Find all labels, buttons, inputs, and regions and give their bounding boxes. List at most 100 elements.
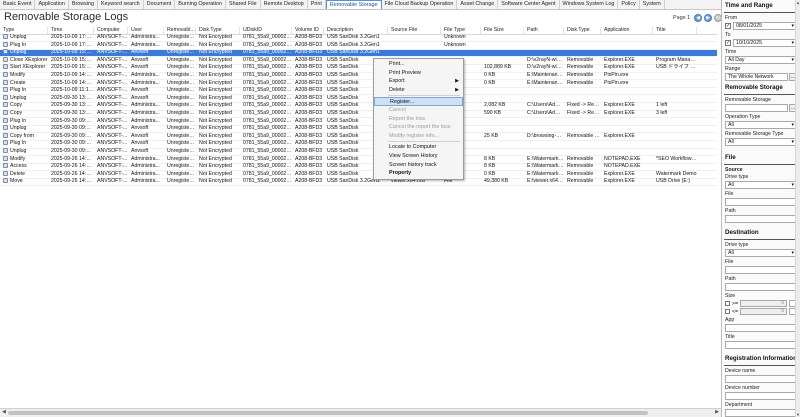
source-file-input[interactable] xyxy=(725,198,797,206)
tab-application[interactable]: Application xyxy=(35,0,69,9)
menu-item-print-preview[interactable]: Print Preview xyxy=(374,69,463,78)
column-header[interactable]: File Size xyxy=(481,27,524,35)
scroll-up-icon[interactable]: ▲ xyxy=(796,0,800,5)
event-type-cell: Copy xyxy=(0,102,48,110)
size-ge-operator: >= xyxy=(732,300,739,307)
table-cell: Unregistered xyxy=(167,148,196,154)
column-header[interactable]: Time xyxy=(48,27,94,35)
tab-windows-system-log[interactable]: Windows System Log xyxy=(560,0,619,9)
tab-removable-storage[interactable]: Removable Storage xyxy=(325,0,382,9)
size-le-checkbox[interactable] xyxy=(725,309,730,314)
menu-item-print[interactable]: Print... xyxy=(374,60,463,69)
department-input[interactable] xyxy=(725,409,797,417)
table-cell: 0 KB xyxy=(484,79,496,86)
operation-type-select[interactable]: All xyxy=(725,121,797,129)
table-cell: Explorer.EXE xyxy=(604,64,635,71)
menu-item-label: Cancel xyxy=(389,106,406,113)
from-checkbox[interactable]: ✓ xyxy=(725,23,731,29)
column-header[interactable]: Volume ID xyxy=(292,27,324,35)
event-type-icon xyxy=(3,163,8,169)
to-checkbox[interactable]: ✓ xyxy=(725,40,731,46)
menu-item-delete[interactable]: Delete ▶ xyxy=(374,86,463,95)
previous-page-icon[interactable]: ◀ xyxy=(694,14,703,22)
menu-item-locate-to-computer[interactable]: Locate to Computer xyxy=(374,143,463,152)
panel-scrollbar[interactable]: ▲ ▼ xyxy=(795,0,800,417)
tab-file-cloud-backup-operation[interactable]: File Cloud Backup Operation xyxy=(382,0,458,9)
table-row[interactable]: Move 2025-09-26 14:34:58ANVSOFT-...Admini… xyxy=(0,178,717,187)
tab-document[interactable]: Document xyxy=(144,0,176,9)
tab-basic-event[interactable]: Basic Event xyxy=(0,0,36,9)
tab-system[interactable]: System xyxy=(640,0,665,9)
horizontal-scrollbar[interactable]: ◀ ▶ xyxy=(0,408,721,417)
table-cell: Not Encrypted xyxy=(199,41,232,48)
menu-item-export[interactable]: Export ▶ xyxy=(374,77,463,86)
menu-item-property[interactable]: Property xyxy=(374,169,463,178)
column-header[interactable]: Path xyxy=(524,27,564,35)
table-cell: Unregistered xyxy=(167,178,196,185)
title-input[interactable] xyxy=(725,341,797,349)
app-input[interactable] xyxy=(725,324,797,332)
event-type-cell: Unplug xyxy=(0,148,48,156)
storage-type-select[interactable]: All xyxy=(725,138,797,146)
size-le-input[interactable]: 0 xyxy=(740,308,787,315)
log-table: Type Time Computer User Removabl... Disk Type… xyxy=(0,27,717,407)
tab-keyword-search[interactable]: Keyword search xyxy=(98,0,144,9)
event-type-cell: Access xyxy=(0,163,48,171)
removable-storage-input[interactable] xyxy=(725,104,788,112)
scroll-left-icon[interactable]: ◀ xyxy=(2,409,6,415)
tab-software-center-agent[interactable]: Software Center Agent xyxy=(498,0,560,9)
scroll-thumb[interactable] xyxy=(8,411,648,415)
menu-item-register[interactable]: Register... xyxy=(374,97,463,106)
column-header[interactable]: Source File xyxy=(388,27,441,35)
column-header[interactable]: User xyxy=(128,27,164,35)
category-tab-bar: Basic Event Application Browsing Keyword se… xyxy=(0,0,721,10)
tab-burning-operation[interactable]: Burning Operation xyxy=(175,0,227,9)
column-header[interactable]: UDiskID xyxy=(240,27,292,35)
tab-shared-file[interactable]: Shared File xyxy=(226,0,261,9)
device-name-input[interactable] xyxy=(725,375,797,383)
from-date-picker[interactable]: 08/01/2025 xyxy=(733,22,797,30)
column-header[interactable]: Removabl... xyxy=(164,27,196,35)
column-header[interactable]: Title xyxy=(653,27,697,35)
column-header[interactable]: Disk Type xyxy=(196,27,240,35)
dest-path-input[interactable] xyxy=(725,283,797,291)
tab-browsing[interactable]: Browsing xyxy=(69,0,99,9)
event-type-label: Plug In xyxy=(10,87,27,94)
column-header[interactable]: Description xyxy=(324,27,388,35)
column-header[interactable]: Type xyxy=(0,27,48,35)
range-input[interactable]: The Whole Network xyxy=(725,73,788,81)
column-header[interactable]: Disk Type xyxy=(564,27,601,35)
column-header[interactable]: File Type xyxy=(441,27,481,35)
table-cell: Unregistered xyxy=(167,170,196,177)
size-ge-input[interactable]: 0 xyxy=(740,300,787,307)
to-date-picker[interactable]: 10/10/2025 xyxy=(733,39,797,47)
tab-print[interactable]: Print xyxy=(308,0,326,9)
table-cell: A208-BFD3 xyxy=(295,94,323,101)
table-cell: 3 left xyxy=(656,110,668,117)
tab-remote-desktop[interactable]: Remote Desktop xyxy=(261,0,308,9)
menu-item-view-screen-history[interactable]: View Screen History xyxy=(374,152,463,161)
table-cell: E:\viewer.x64.ms -> ... xyxy=(527,178,564,185)
device-number-input[interactable] xyxy=(725,392,797,400)
time-range-heading: Time and Range xyxy=(725,2,773,9)
table-cell: 2025-09-30 09:46:15 xyxy=(51,140,94,147)
size-le-operator: <= xyxy=(732,308,739,315)
source-path-input[interactable] xyxy=(725,215,797,223)
scroll-right-icon[interactable]: ▶ xyxy=(715,409,719,415)
table-cell: E:\Watermark Demo\S... xyxy=(527,163,564,170)
next-page-icon[interactable]: ▶ xyxy=(704,14,713,22)
tab-asset-change[interactable]: Asset Change xyxy=(457,0,499,9)
column-header[interactable]: Application xyxy=(601,27,653,35)
menu-item-label: Locate to Computer xyxy=(389,144,437,151)
table-cell: A208-BFD3 xyxy=(295,72,323,79)
dest-drive-type-select[interactable]: All xyxy=(725,249,797,257)
tab-policy[interactable]: Policy xyxy=(618,0,640,9)
dest-file-input[interactable] xyxy=(725,266,797,274)
menu-item-screen-history-track[interactable]: Screen history track xyxy=(374,161,463,170)
event-type-icon xyxy=(3,87,8,93)
scroll-down-icon[interactable]: ▼ xyxy=(796,412,800,417)
time-select[interactable]: All Day xyxy=(725,56,797,64)
size-ge-checkbox[interactable] xyxy=(725,301,730,306)
source-drive-type-select[interactable]: All xyxy=(725,181,797,189)
column-header[interactable]: Computer xyxy=(94,27,128,35)
